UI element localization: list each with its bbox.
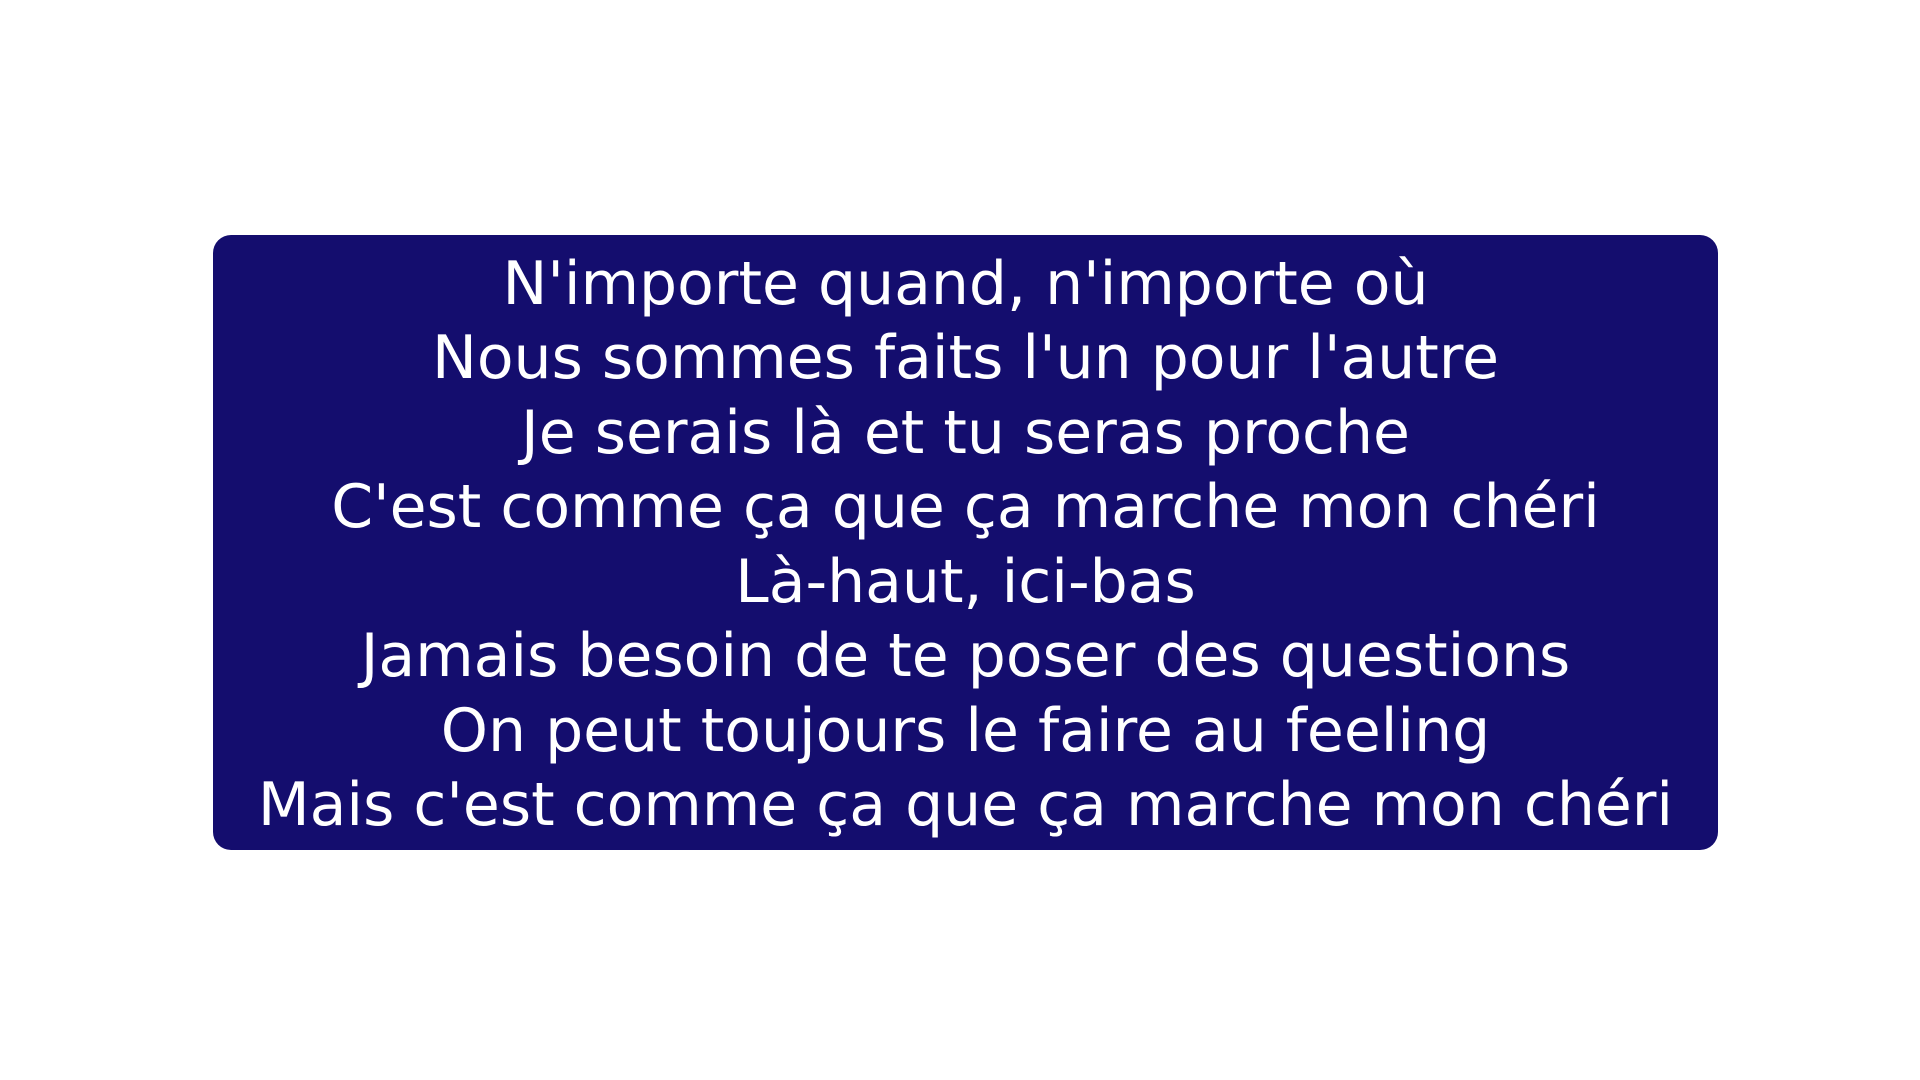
lyric-line-3: Je serais là et tu seras proche	[521, 397, 1410, 468]
lyrics-box: N'importe quand, n'importe où Nous somme…	[213, 235, 1718, 850]
lyric-line-8: Mais c'est comme ça que ça marche mon ch…	[257, 770, 1674, 840]
lyric-line-7: On peut toujours le faire au feeling	[440, 695, 1491, 766]
lyric-line-2: Nous sommes faits l'un pour l'autre	[431, 323, 1500, 393]
lyrics-slide: N'importe quand, n'importe où Nous somme…	[0, 0, 1920, 1080]
lyric-line-1: N'importe quand, n'importe où	[502, 248, 1429, 319]
lyric-line-4: C'est comme ça que ça marche mon chéri	[331, 472, 1600, 542]
lyric-line-6: Jamais besoin de te poser des questions	[360, 621, 1571, 691]
lyric-line-5: Là-haut, ici-bas	[735, 546, 1196, 617]
